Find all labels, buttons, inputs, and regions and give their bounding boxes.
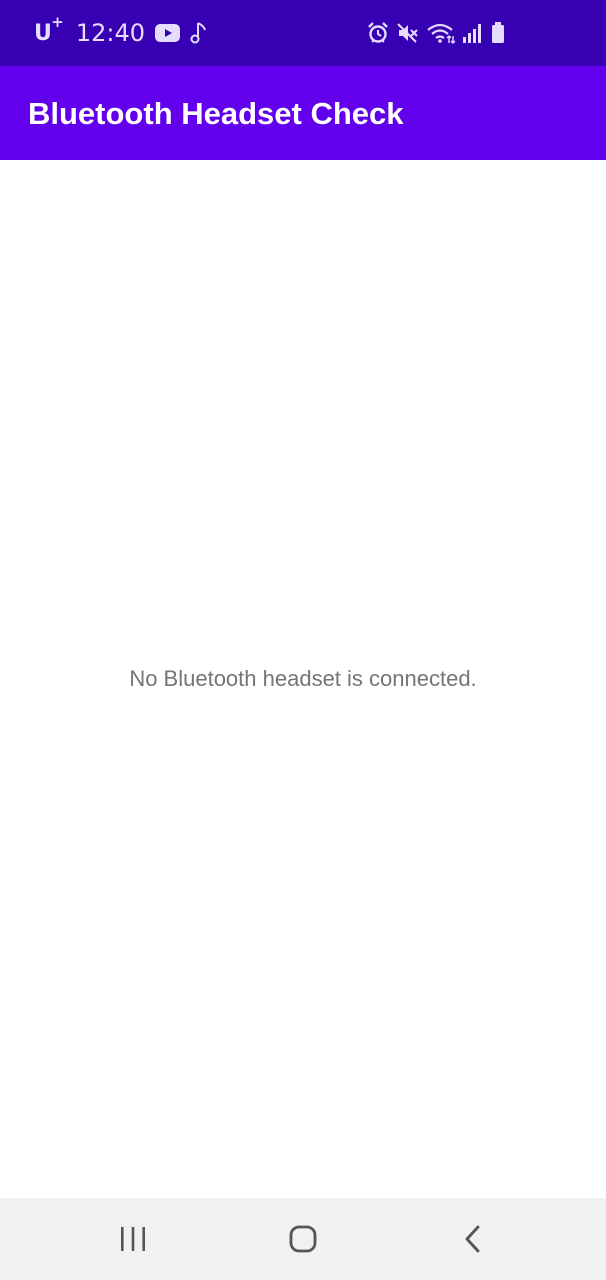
home-icon [289, 1225, 317, 1253]
recent-apps-button[interactable] [93, 1198, 173, 1280]
battery-icon [490, 21, 506, 45]
navigation-bar [0, 1198, 606, 1280]
wifi-icon [426, 21, 456, 45]
back-button[interactable] [433, 1198, 513, 1280]
carrier-text: U [34, 20, 52, 46]
status-time: 12:40 [75, 19, 146, 47]
status-right [366, 0, 506, 66]
carrier-label: U + [34, 13, 64, 46]
screen: U + 12:40 Bluetooth Headset Check No Blu… [0, 0, 606, 1280]
status-message: No Bluetooth headset is connected. [129, 666, 477, 691]
app-bar: Bluetooth Headset Check [0, 66, 606, 160]
youtube-icon [155, 24, 181, 42]
home-button[interactable] [263, 1198, 343, 1280]
status-left: U + 12:40 [34, 0, 208, 66]
music-note-icon [190, 21, 208, 45]
app-title: Bluetooth Headset Check [28, 96, 404, 131]
carrier-plus: + [51, 12, 64, 31]
main-content: No Bluetooth headset is connected. [0, 160, 606, 1198]
alarm-icon [366, 21, 390, 45]
recent-apps-icon [121, 1227, 145, 1251]
back-icon [465, 1225, 480, 1253]
signal-icon [462, 21, 484, 45]
mute-icon [396, 21, 420, 45]
status-bar: U + 12:40 [0, 0, 606, 66]
